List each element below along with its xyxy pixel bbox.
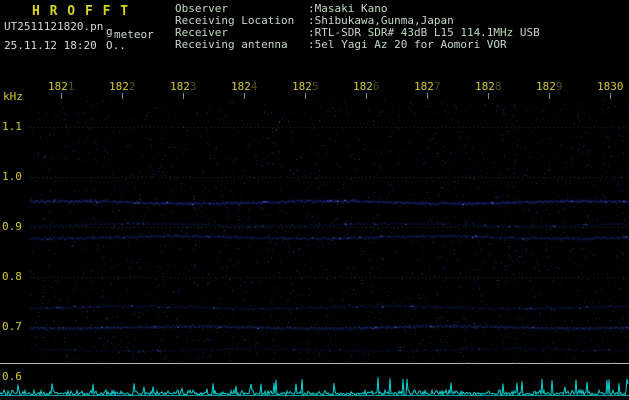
signal-level-trace (0, 363, 629, 397)
time-tick-label: 1826 (353, 80, 380, 93)
info-value: :5el Yagi Az 20 for Aomori VOR (308, 38, 507, 51)
time-tick-mark (427, 93, 428, 99)
output-filename-wrap: g (106, 25, 113, 38)
app-title: H R O F F T (32, 4, 130, 19)
info-row: Receiving antenna :5el Yagi Az 20 for Aom… (175, 39, 540, 51)
time-tick-label: 1823 (170, 80, 197, 93)
time-tick-label: 1821 (48, 80, 75, 93)
time-tick-mark (305, 93, 306, 99)
time-tick-label: 1828 (475, 80, 502, 93)
output-filename: UT2511121820.pn (4, 20, 104, 33)
freq-tick-label: 0.8 (2, 270, 22, 283)
info-label: Receiving antenna (175, 38, 288, 51)
signal-level-polyline (0, 376, 629, 397)
time-tick-label: 1830 (597, 80, 624, 93)
spectrogram (30, 100, 629, 363)
time-tick-mark (488, 93, 489, 99)
frequency-axis-unit: kHz (3, 90, 23, 103)
freq-tick-label: 0.7 (2, 320, 22, 333)
time-tick-label: 1829 (536, 80, 563, 93)
time-tick-mark (183, 93, 184, 99)
time-tick-mark (549, 93, 550, 99)
time-tick-mark (61, 93, 62, 99)
time-tick-label: 1822 (109, 80, 136, 93)
status-mark: O.. (106, 39, 126, 52)
time-tick-label: 1827 (414, 80, 441, 93)
time-tick-label: 1824 (231, 80, 258, 93)
time-tick-mark (366, 93, 367, 99)
datetime-label: 25.11.12 18:20 (4, 39, 97, 52)
freq-tick-label: 1.0 (2, 170, 22, 183)
time-tick-label: 1825 (292, 80, 319, 93)
time-tick-mark (610, 93, 611, 99)
freq-tick-label: 0.9 (2, 220, 22, 233)
observation-info-panel: Observer:Masaki Kano Receiving Location:S… (175, 3, 540, 51)
time-tick-mark (244, 93, 245, 99)
time-tick-mark (122, 93, 123, 99)
hrofft-screenshot: H R O F F T UT2511121820.pn g meteor 25.… (0, 0, 629, 400)
freq-tick-label: 1.1 (2, 120, 22, 133)
